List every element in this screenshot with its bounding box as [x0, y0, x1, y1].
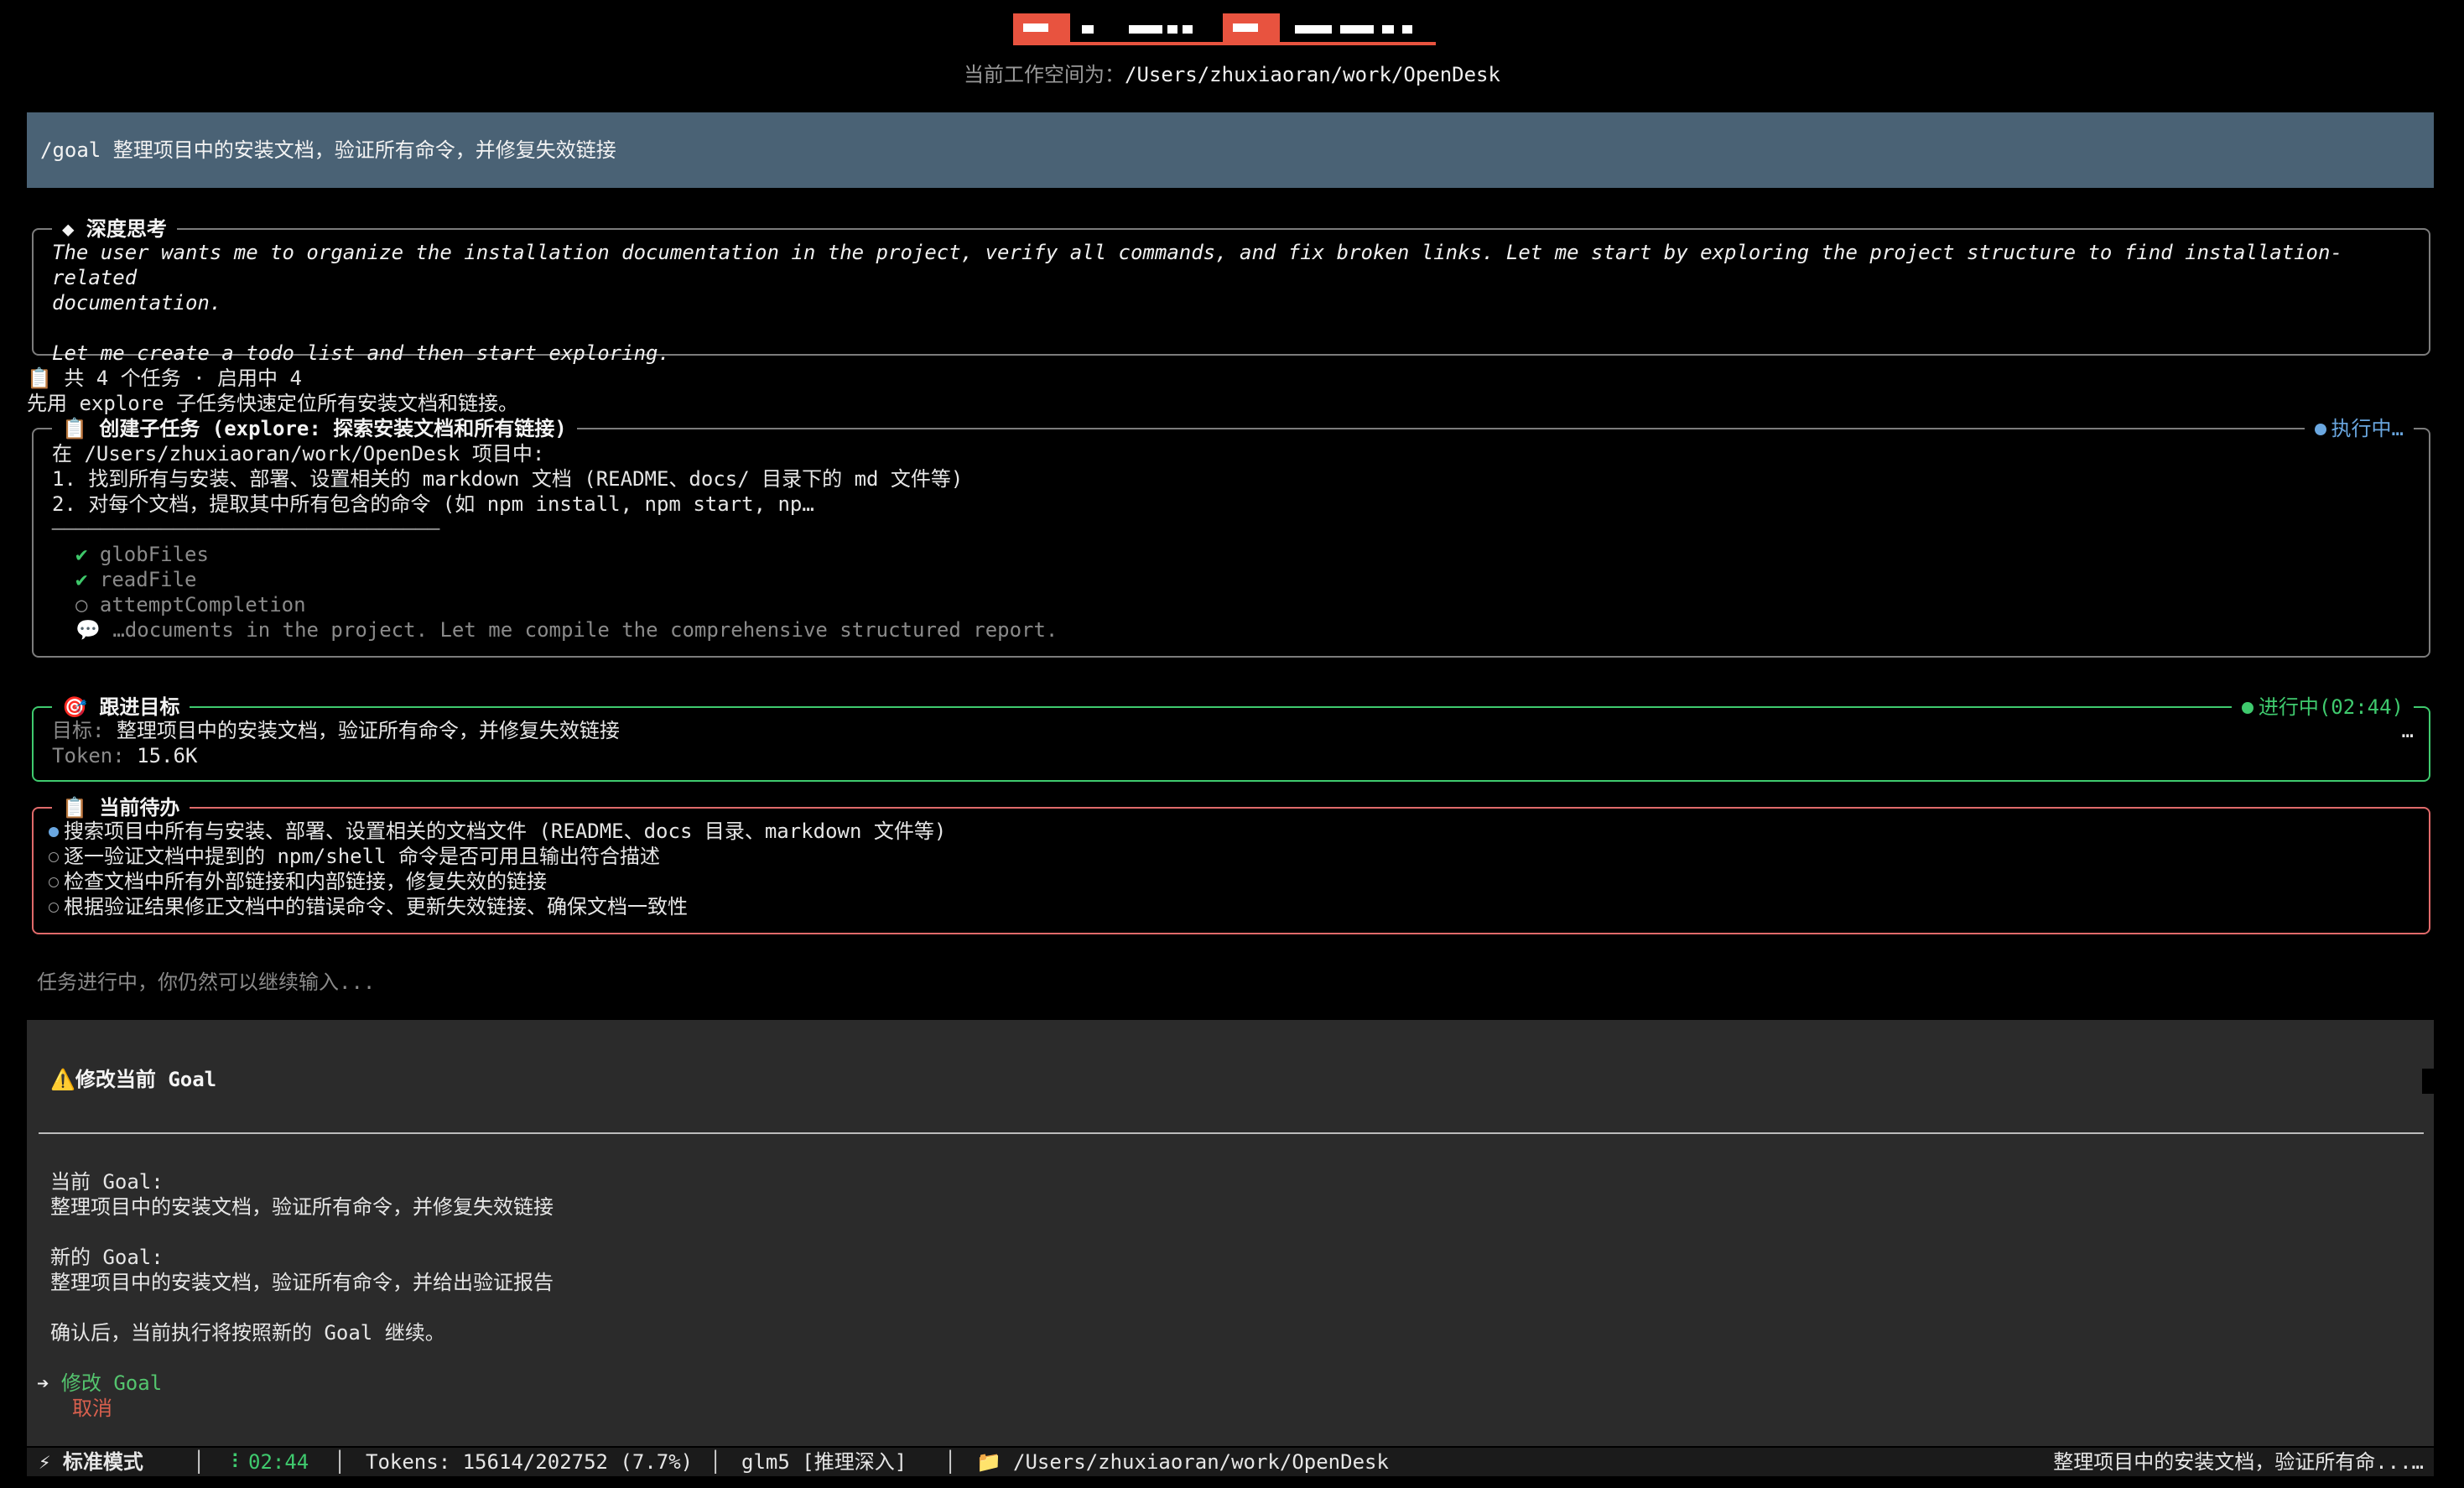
thinking-panel: ◆ 深度思考 The user wants me to organize the… [32, 216, 2430, 365]
confirm-note: 确认后，当前执行将按照新的 Goal 继续。 [50, 1321, 445, 1345]
separator: │ [944, 1450, 957, 1474]
goal-label: 目标: [52, 719, 105, 742]
follow-goal-status: 进行中(02:44) [2231, 695, 2414, 720]
todo-item: 逐一验证文档中提到的 npm/shell 命令是否可用且输出符合描述 [49, 844, 946, 869]
token-usage: Tokens: 15614/202752 (7.7%) [366, 1450, 694, 1474]
todo-item-text: 根据验证结果修正文档中的错误命令、更新失效链接、确保文档一致性 [64, 895, 688, 918]
subtask-title: 📋 创建子任务 (explore: 探索安装文档和所有链接) [52, 416, 577, 441]
thinking-line: Let me create a todo list and then start… [52, 341, 670, 365]
workspace-path: /Users/zhuxiaoran/work/OpenDesk [1013, 1450, 1389, 1474]
workspace-path: /Users/zhuxiaoran/work/OpenDesk [1125, 63, 1500, 86]
token-value: 15.6K [137, 744, 198, 767]
mode-indicator[interactable]: ⚡ 标准模式 [39, 1449, 143, 1475]
active-dot-icon [49, 827, 59, 837]
explore-note: 先用 explore 子任务快速定位所有安装文档和链接。 [27, 392, 519, 415]
app-logo [1013, 10, 1436, 45]
current-goal-value: 整理项目中的安装文档，验证所有命令，并修复失效链接 [50, 1195, 554, 1219]
subtask-line: 2. 对每个文档，提取其中所有包含的命令 (如 npm install, npm… [52, 492, 814, 516]
goal-preview: 整理项目中的安装文档，验证所有命...… [2053, 1450, 2424, 1474]
todo-item: 检查文档中所有外部链接和内部链接，修复失效的链接 [49, 869, 946, 894]
tool-item: ✔ readFile [75, 567, 1058, 592]
pointer-arrow-icon: ➔ [37, 1371, 49, 1395]
status-bar: ⚡ 标准模式 │ ⠸ 02:44 │ Tokens: 15614/202752 … [27, 1448, 2434, 1476]
todo-item-text: 逐一验证文档中提到的 npm/shell 命令是否可用且输出符合描述 [64, 845, 660, 868]
thinking-title: ◆ 深度思考 [52, 216, 177, 242]
todo-item: 根据验证结果修正文档中的错误命令、更新失效链接、确保文档一致性 [49, 894, 946, 919]
model-name[interactable]: glm5 [推理深入] [741, 1449, 907, 1475]
new-goal-value: 整理项目中的安装文档，验证所有命令，并给出验证报告 [50, 1271, 554, 1294]
follow-goal-title: 🎯 跟进目标 [52, 695, 190, 720]
tool-name: attemptCompletion [99, 593, 306, 617]
workspace-label: 当前工作空间为： [964, 63, 1125, 86]
expand-ellipsis[interactable]: … [2402, 718, 2414, 743]
pending-circle-icon [49, 877, 59, 887]
token-label: Token: [52, 744, 125, 767]
check-icon: ✔ [75, 543, 88, 566]
pending-circle-icon [49, 903, 59, 913]
separator: │ [710, 1450, 722, 1474]
speech-bubble-icon: 💬 [75, 618, 101, 642]
subtask-line: 在 /Users/zhuxiaoran/work/OpenDesk 项目中: [52, 442, 545, 466]
tool-message: 💬 …documents in the project. Let me comp… [75, 617, 1058, 643]
pending-circle-icon [49, 852, 59, 862]
submitted-command: /goal 整理项目中的安装文档，验证所有命令，并修复失效链接 [27, 112, 2434, 188]
command-text: /goal 整理项目中的安装文档，验证所有命令，并修复失效链接 [40, 138, 616, 162]
tool-item: ✔ globFiles [75, 542, 1058, 567]
todo-item-text: 检查文档中所有外部链接和内部链接，修复失效的链接 [64, 870, 547, 893]
task-summary: 📋 共 4 个任务 · 启用中 4 [27, 367, 302, 390]
tool-name: readFile [99, 568, 197, 591]
check-icon: ✔ [75, 568, 88, 591]
todo-item-text: 搜索项目中所有与安装、部署、设置相关的文档文件 (README、docs 目录、… [64, 819, 947, 843]
confirm-option[interactable]: ➔ 修改 Goal [37, 1371, 162, 1396]
tool-name: globFiles [99, 543, 209, 566]
thinking-line: documentation. [52, 291, 222, 315]
subtask-line: 1. 找到所有与安装、部署、设置相关的 markdown 文档 (README、… [52, 467, 964, 491]
subtask-panel: 📋 创建子任务 (explore: 探索安装文档和所有链接) 执行中… 在 /U… [32, 416, 2430, 658]
input-hint[interactable]: 任务进行中，你仍然可以继续输入... [37, 970, 375, 995]
separator: │ [193, 1450, 205, 1474]
thinking-line: The user wants me to organize the instal… [52, 241, 2342, 289]
progress-dot-icon [2241, 702, 2253, 714]
scrollbar[interactable] [2422, 1069, 2434, 1094]
elapsed-timer: 02:44 [248, 1450, 309, 1474]
tool-item: ○ attemptCompletion [75, 592, 1058, 617]
workspace-line: 当前工作空间为：/Users/zhuxiaoran/work/OpenDesk [0, 62, 2464, 87]
todo-title: 📋 当前待办 [52, 795, 190, 820]
spinner-icon: ⠸ [225, 1450, 240, 1474]
todo-panel: 📋 当前待办 搜索项目中所有与安装、部署、设置相关的文档文件 (README、d… [32, 795, 2430, 934]
folder-icon: 📁 [976, 1450, 1001, 1474]
confirm-option-label: 修改 Goal [60, 1371, 163, 1395]
pending-circle-icon: ○ [75, 593, 88, 617]
subtask-status-label: 执行中… [2331, 417, 2404, 440]
todo-item: 搜索项目中所有与安装、部署、设置相关的文档文件 (README、docs 目录、… [49, 819, 946, 844]
dialog-divider [39, 1132, 2424, 1134]
new-goal-label: 新的 Goal: [50, 1246, 164, 1269]
running-dot-icon [2314, 424, 2326, 435]
modify-goal-dialog: ⚠️修改当前 Goal 当前 Goal: 整理项目中的安装文档，验证所有命令，并… [27, 1020, 2434, 1446]
subtask-status: 执行中… [2304, 416, 2414, 441]
separator: │ [334, 1450, 346, 1474]
dialog-title: ⚠️修改当前 Goal [50, 1068, 217, 1091]
follow-goal-panel: 🎯 跟进目标 进行中(02:44) 目标: 整理项目中的安装文档，验证所有命令，… [32, 695, 2430, 782]
subtask-divider: ──────────────────────────────── [52, 518, 440, 541]
goal-value: 整理项目中的安装文档，验证所有命令，并修复失效链接 [116, 719, 620, 742]
cancel-option-label: 取消 [72, 1397, 112, 1420]
follow-goal-status-label: 进行中(02:44) [2258, 695, 2404, 719]
current-goal-label: 当前 Goal: [50, 1170, 164, 1194]
cancel-option[interactable]: 取消 [37, 1396, 162, 1421]
tool-message-text: …documents in the project. Let me compil… [112, 618, 1058, 642]
